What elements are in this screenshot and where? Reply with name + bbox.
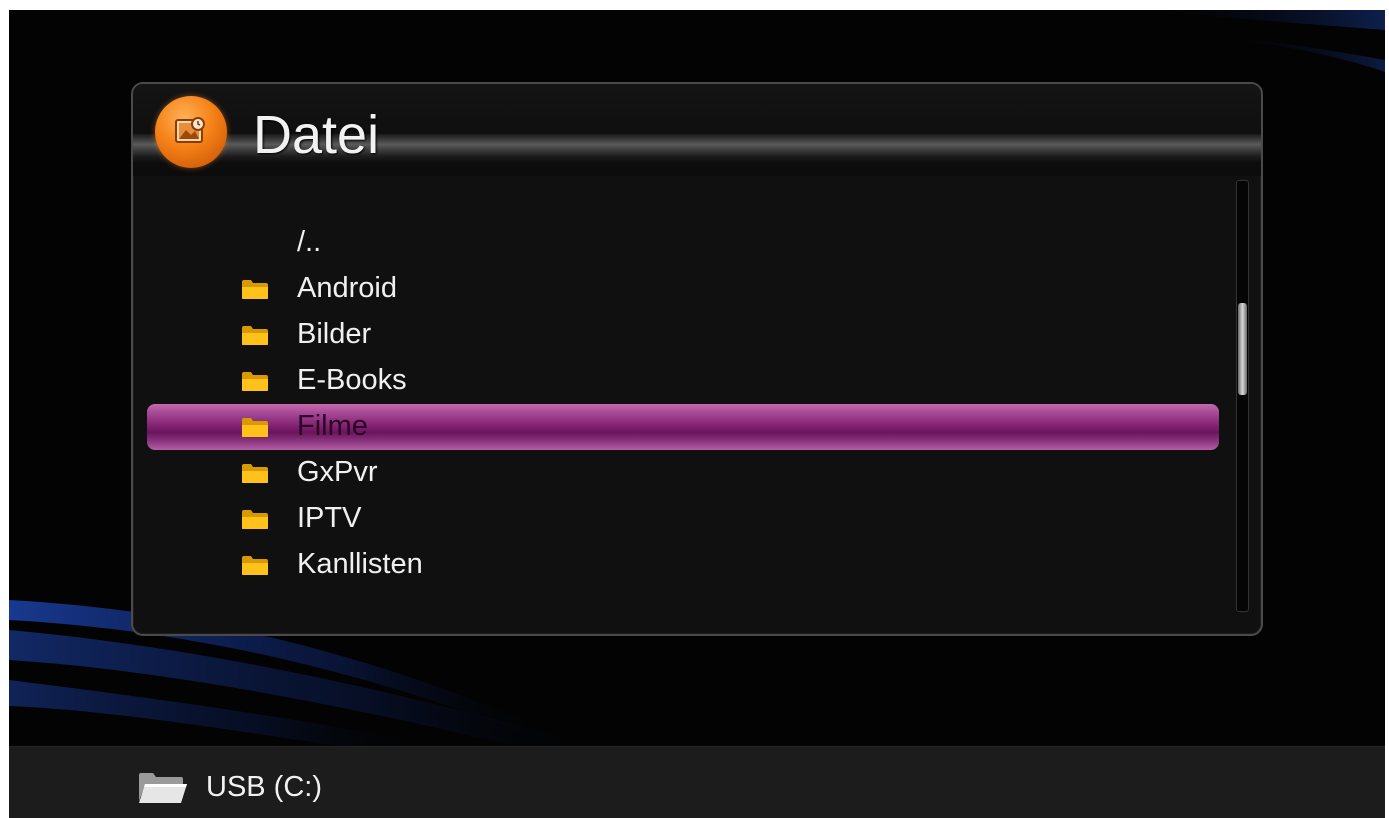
panel-header: Datei <box>133 84 1261 176</box>
list-item-e-books[interactable]: E-Books <box>147 358 1219 404</box>
list-item-gxpvr[interactable]: GxPvr <box>147 450 1219 496</box>
list-item-filme-selected[interactable]: Filme <box>147 404 1219 450</box>
folder-icon <box>242 326 268 345</box>
status-bar: USB (C:) <box>9 746 1385 818</box>
scrollbar[interactable] <box>1236 180 1249 612</box>
list-item-label: Android <box>297 272 397 304</box>
list-item-label: Filme <box>297 410 368 442</box>
open-folder-icon <box>139 773 187 803</box>
list-item-label: Bilder <box>297 318 372 350</box>
picture-icon <box>155 96 227 168</box>
list-item-kanllisten[interactable]: Kanllisten <box>147 542 1219 588</box>
list-item-label: IPTV <box>297 502 362 534</box>
list-item-label: /.. <box>297 226 322 258</box>
drive-label: USB (C:) <box>206 771 322 803</box>
file-list: /.. Android Bilder E-Books Filme GxPvr I… <box>147 220 1219 588</box>
folder-icon <box>242 464 268 483</box>
folder-icon <box>242 280 268 299</box>
file-browser-panel: Datei /.. Android Bilder E-Books Filme G… <box>131 82 1263 636</box>
folder-icon <box>242 418 268 437</box>
list-item-bilder[interactable]: Bilder <box>147 312 1219 358</box>
list-item-android[interactable]: Android <box>147 266 1219 312</box>
folder-icon <box>242 372 268 391</box>
panel-title: Datei <box>253 105 380 165</box>
scrollbar-thumb[interactable] <box>1238 303 1247 395</box>
screen: Datei /.. Android Bilder E-Books Filme G… <box>9 10 1385 818</box>
list-item-label: GxPvr <box>297 456 378 488</box>
folder-icon <box>242 510 268 529</box>
list-item-iptv[interactable]: IPTV <box>147 496 1219 542</box>
list-item-parent-directory[interactable]: /.. <box>147 220 1219 266</box>
list-item-label: E-Books <box>297 364 407 396</box>
folder-icon <box>242 556 268 575</box>
list-item-label: Kanllisten <box>297 548 423 580</box>
